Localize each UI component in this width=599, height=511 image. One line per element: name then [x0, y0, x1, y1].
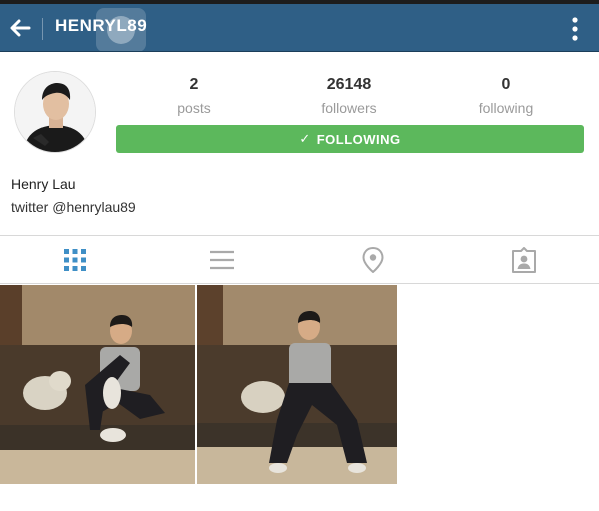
back-button[interactable]	[6, 14, 34, 42]
arrow-left-icon	[10, 19, 31, 37]
posts-label: posts	[177, 100, 211, 116]
more-options-button[interactable]	[564, 16, 586, 42]
post-photo-2	[197, 285, 397, 484]
following-count: 0	[501, 76, 511, 93]
profile-full-name: Henry Lau	[11, 176, 76, 192]
profile-avatar[interactable]	[14, 71, 96, 153]
following-button[interactable]: ✓ FOLLOWING	[116, 125, 584, 153]
top-app-bar: HENRYL89	[0, 4, 599, 52]
grid-icon	[64, 249, 86, 271]
topbar-divider	[42, 18, 43, 40]
posts-count: 2	[189, 76, 199, 93]
checkmark-icon: ✓	[299, 131, 311, 146]
tagged-person-icon	[512, 247, 536, 273]
post-photo-1	[0, 285, 195, 484]
profile-tab-bar	[0, 235, 599, 284]
location-pin-icon	[362, 247, 384, 273]
post-thumbnail[interactable]	[197, 285, 397, 484]
profile-bio: twitter @henrylau89	[11, 199, 136, 215]
profile-username[interactable]: HENRYL89	[55, 16, 147, 36]
tab-tagged[interactable]	[449, 236, 599, 284]
posts-stat: 2 posts	[139, 76, 249, 116]
post-thumbnail[interactable]	[0, 285, 195, 484]
following-label: following	[478, 100, 534, 116]
header-divider	[0, 51, 599, 52]
followers-stat[interactable]: 26148 followers	[294, 76, 404, 116]
avatar-photo	[15, 72, 95, 152]
following-button-label: FOLLOWING	[316, 131, 401, 147]
vertical-dots-icon	[572, 17, 578, 41]
followers-count: 26148	[326, 76, 372, 93]
tab-list[interactable]	[147, 236, 297, 284]
tab-places[interactable]	[298, 236, 448, 284]
list-icon	[210, 250, 234, 270]
following-stat[interactable]: 0 following	[451, 76, 561, 116]
tab-grid[interactable]	[0, 236, 150, 284]
followers-label: followers	[321, 100, 377, 116]
